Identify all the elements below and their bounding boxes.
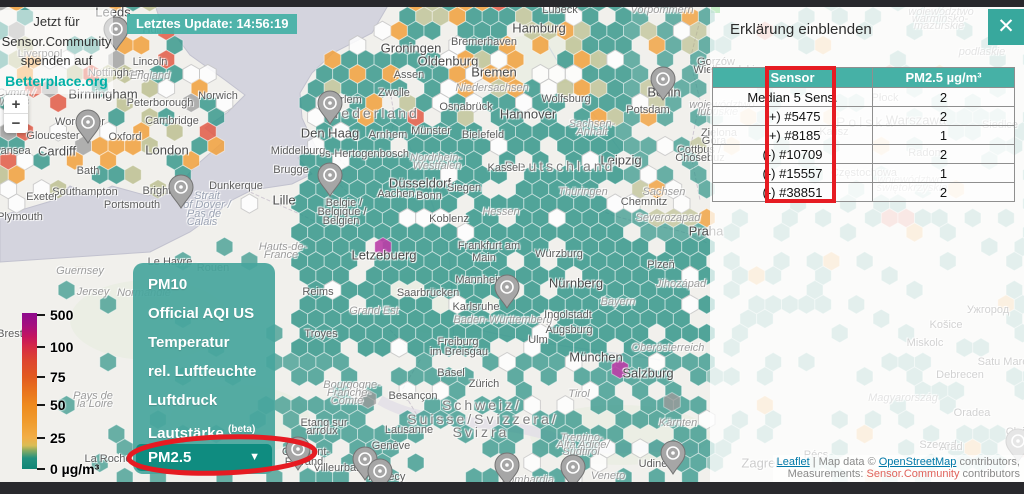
- pin-sensor-icon-dot: [296, 447, 300, 451]
- pin-sensor-icon-dot: [363, 457, 367, 461]
- sensor-table-body: Median 5 Sens.2(+) #54752(+) #81851(-) #…: [713, 88, 1015, 202]
- pin-sensor-icon-dot: [661, 77, 665, 81]
- map-pin-marker[interactable]: [286, 437, 310, 470]
- attribution-text: Measurements:: [788, 468, 867, 480]
- table-row: (-) #155571: [713, 164, 1015, 183]
- betterplace-link[interactable]: Betterplace.org: [5, 73, 108, 89]
- sensor-community-map-app: LeedsHullLiverpoolLincolnNottinghamEngla…: [0, 0, 1024, 494]
- pin-sensor-icon-dot: [179, 185, 183, 189]
- pin-sensor-icon-dot: [571, 465, 575, 469]
- pm25-value-cell: 2: [873, 107, 1015, 126]
- layer-menu-item-pm10[interactable]: PM10: [133, 270, 275, 299]
- pm25-value-cell: 2: [873, 145, 1015, 164]
- pin-body: [495, 275, 519, 308]
- attribution-text: | Map data ©: [810, 456, 879, 468]
- pin-body: [169, 175, 193, 208]
- osm-link[interactable]: OpenStreetMap: [879, 456, 957, 468]
- pin-sensor-icon-dot: [505, 463, 509, 467]
- layer-menu-item-temperatur[interactable]: Temperatur: [133, 328, 275, 357]
- attribution-text: contributors,: [956, 456, 1020, 468]
- annotation-rectangle: [765, 66, 836, 203]
- window-top-bar: [0, 0, 1024, 7]
- window-bottom-bar: [0, 482, 1024, 494]
- map-pin-marker[interactable]: [169, 175, 193, 208]
- selected-layer-label: PM2.5: [148, 449, 191, 466]
- sensor-table: SensorPM2.5 µg/m³ Median 5 Sens.2(+) #54…: [712, 67, 1015, 202]
- map-attribution: Leaflet | Map data © OpenStreetMap contr…: [773, 455, 1024, 482]
- table-row: (-) #388512: [713, 183, 1015, 202]
- table-row: (-) #107092: [713, 145, 1015, 164]
- pm25-value-cell: 2: [873, 88, 1015, 107]
- map-pin-marker[interactable]: [318, 163, 342, 196]
- pin-body: [318, 91, 342, 124]
- map-pin-marker[interactable]: [318, 91, 342, 124]
- layer-menu: PM10Official AQI USTemperaturrel. Luftfe…: [133, 263, 275, 474]
- explanation-toggle[interactable]: Erklärung einblenden: [730, 21, 872, 38]
- column-header-pm2-5-g-m: PM2.5 µg/m³: [873, 68, 1015, 88]
- layer-menu-item-lautst-rke[interactable]: Lautstärke (beta): [133, 415, 275, 444]
- selected-layer-button[interactable]: PM2.5 ▼: [136, 444, 272, 471]
- leaflet-link[interactable]: Leaflet: [777, 456, 810, 468]
- layer-menu-item-rel-luftfeuchte[interactable]: rel. Luftfeuchte: [133, 357, 275, 386]
- pin-sensor-icon-dot: [86, 120, 90, 124]
- pin-body: [76, 110, 100, 143]
- pin-sensor-icon-dot: [671, 451, 675, 455]
- pin-sensor-icon-dot: [505, 285, 509, 289]
- layer-menu-items: PM10Official AQI USTemperaturrel. Luftfe…: [133, 270, 275, 444]
- close-icon[interactable]: ✕: [988, 9, 1024, 45]
- pin-body: [286, 437, 310, 470]
- beta-superscript: (beta): [228, 424, 255, 435]
- map-pin-marker[interactable]: [661, 441, 685, 474]
- donation-line: Jetzt für: [33, 14, 79, 29]
- pin-body: [661, 441, 685, 474]
- donation-line: Sensor.Community: [2, 34, 112, 49]
- pin-sensor-icon-dot: [114, 27, 118, 31]
- pin-body: [318, 163, 342, 196]
- pm25-value-cell: 1: [873, 126, 1015, 145]
- table-row: (+) #81851: [713, 126, 1015, 145]
- pin-body: [651, 67, 675, 100]
- zoom-out-button[interactable]: −: [4, 114, 28, 133]
- table-row: (+) #54752: [713, 107, 1015, 126]
- sensor-community-credit: Sensor.Community: [867, 468, 960, 480]
- sensor-table-head: SensorPM2.5 µg/m³: [713, 68, 1015, 88]
- layer-menu-item-official-aqi-us[interactable]: Official AQI US: [133, 299, 275, 328]
- zoom-control: + −: [4, 95, 28, 133]
- donation-line: spenden auf: [21, 53, 93, 68]
- zoom-in-button[interactable]: +: [4, 95, 28, 114]
- map-pin-marker[interactable]: [495, 275, 519, 308]
- map-pin-marker[interactable]: [651, 67, 675, 100]
- pm25-value-cell: 2: [873, 183, 1015, 202]
- map-pin-marker[interactable]: [76, 110, 100, 143]
- layer-menu-item-luftdruck[interactable]: Luftdruck: [133, 386, 275, 415]
- table-row: Median 5 Sens.2: [713, 88, 1015, 107]
- last-update-badge: Letztes Update: 14:56:19: [127, 14, 297, 34]
- pin-sensor-icon-dot: [328, 173, 332, 177]
- dropdown-arrow-icon: ▼: [249, 444, 260, 471]
- attribution-text: contributors: [959, 468, 1020, 480]
- pin-sensor-icon-dot: [328, 101, 332, 105]
- donation-box: Jetzt für Sensor.Community spenden auf B…: [0, 10, 113, 94]
- pm25-value-cell: 1: [873, 164, 1015, 183]
- pin-sensor-icon-dot: [378, 469, 382, 473]
